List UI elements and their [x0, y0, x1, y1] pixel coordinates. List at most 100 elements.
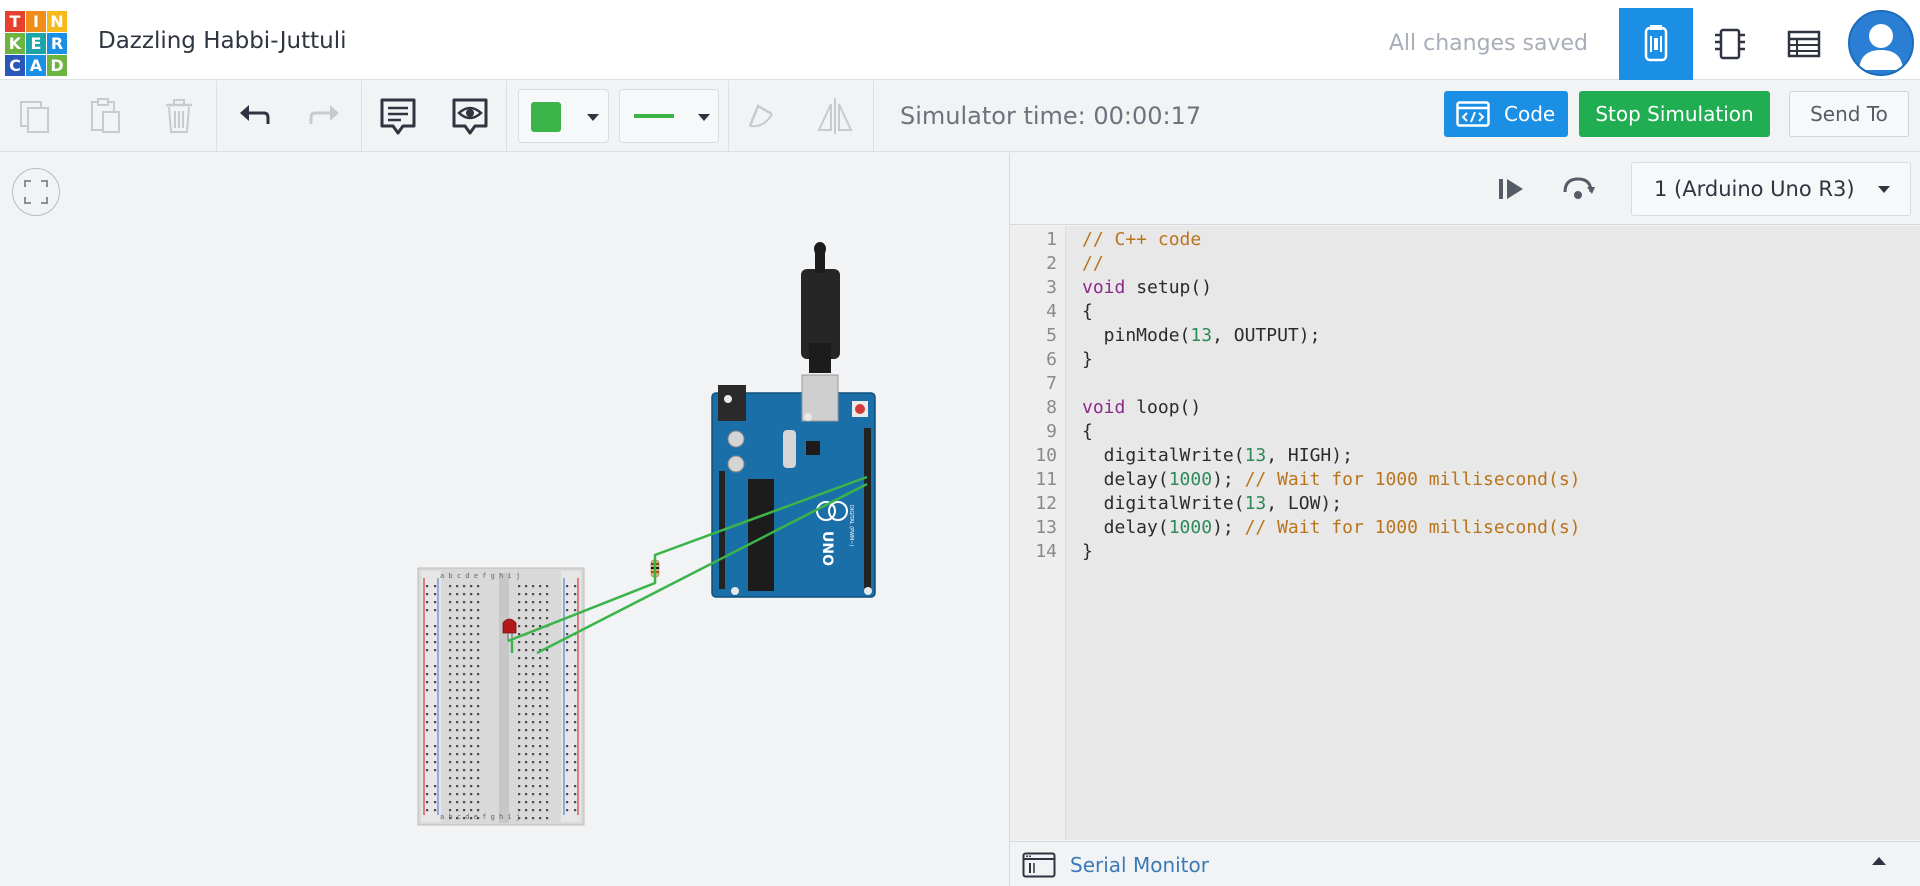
- code-line[interactable]: void loop(): [1082, 397, 1201, 418]
- code-line[interactable]: {: [1082, 421, 1093, 442]
- breadboard-hole: [566, 681, 569, 684]
- view-icon[interactable]: [447, 93, 493, 139]
- breadboard-hole: [518, 793, 521, 796]
- fit-view-icon[interactable]: [12, 168, 60, 216]
- breadboard-hole: [477, 641, 480, 644]
- send-to-button[interactable]: Send To: [1789, 91, 1909, 137]
- breadboard-hole: [456, 625, 459, 628]
- wire-color-dropdown[interactable]: [518, 89, 609, 143]
- code-button-label: Code: [1504, 102, 1556, 126]
- breadboard-hole: [463, 625, 466, 628]
- code-line[interactable]: }: [1082, 349, 1093, 370]
- undo-icon[interactable]: [231, 93, 277, 139]
- breadboard-hole: [463, 657, 466, 660]
- copy-icon[interactable]: [12, 93, 58, 139]
- step-icon[interactable]: [1490, 171, 1532, 207]
- tinkercad-logo[interactable]: T I N K E R C A D: [5, 11, 67, 77]
- breadboard-hole: [463, 593, 466, 596]
- table-view-button[interactable]: [1767, 8, 1841, 80]
- redo-icon[interactable]: [302, 93, 348, 139]
- breadboard-hole: [574, 609, 577, 612]
- breadboard-hole: [456, 745, 459, 748]
- code-line[interactable]: delay(1000); // Wait for 1000 millisecon…: [1082, 469, 1581, 490]
- breadboard-hole: [449, 585, 452, 588]
- breadboard-hole: [539, 769, 542, 772]
- breadboard-hole: [477, 601, 480, 604]
- code-line[interactable]: {: [1082, 301, 1093, 322]
- breadboard-hole: [518, 721, 521, 724]
- circuit-view-button[interactable]: [1619, 8, 1693, 80]
- breadboard-hole: [532, 777, 535, 780]
- chip-icon: [1715, 28, 1745, 60]
- breadboard-hole: [477, 737, 480, 740]
- breadboard-hole: [456, 793, 459, 796]
- breadboard-hole: [574, 809, 577, 812]
- flip-icon[interactable]: [812, 93, 858, 139]
- code-line[interactable]: pinMode(13, OUTPUT);: [1082, 325, 1321, 346]
- paste-icon[interactable]: [82, 93, 128, 139]
- breadboard-hole: [525, 793, 528, 796]
- breadboard-hole: [518, 705, 521, 708]
- breadboard-hole: [532, 617, 535, 620]
- circuit-canvas[interactable]: a b c d e f g h i j a b c d e f g h i j: [0, 153, 1008, 886]
- project-title[interactable]: Dazzling Habbi-Juttuli: [98, 28, 347, 54]
- component-list-button[interactable]: [1693, 8, 1767, 80]
- breadboard-hole: [434, 649, 437, 652]
- breadboard-hole: [518, 745, 521, 748]
- breadboard-hole: [456, 617, 459, 620]
- serial-monitor-label[interactable]: Serial Monitor: [1070, 853, 1209, 877]
- debugger-icon[interactable]: [1557, 171, 1599, 207]
- breadboard-hole: [463, 753, 466, 756]
- chevron-up-icon[interactable]: [1872, 857, 1886, 865]
- arduino-uno-board[interactable]: UNO DIGITAL (PWM~): [711, 242, 876, 598]
- user-avatar-icon[interactable]: [1848, 10, 1914, 76]
- breadboard[interactable]: a b c d e f g h i j a b c d e f g h i j: [417, 567, 585, 826]
- breadboard-hole: [456, 713, 459, 716]
- code-line[interactable]: void setup(): [1082, 277, 1212, 298]
- line-number: 12: [1035, 493, 1057, 514]
- breadboard-hole: [463, 585, 466, 588]
- notes-icon[interactable]: [375, 93, 421, 139]
- simulator-time: Simulator time: 00:00:17: [900, 102, 1202, 130]
- breadboard-hole: [574, 649, 577, 652]
- breadboard-hole: [456, 665, 459, 668]
- breadboard-hole: [566, 593, 569, 596]
- breadboard-hole: [477, 673, 480, 676]
- rotate-icon[interactable]: [739, 93, 785, 139]
- circuit-workplane[interactable]: a b c d e f g h i j a b c d e f g h i j: [0, 153, 1008, 886]
- breadboard-hole: [566, 729, 569, 732]
- breadboard-hole: [463, 745, 466, 748]
- stop-simulation-button[interactable]: Stop Simulation: [1579, 91, 1770, 137]
- breadboard-hole: [539, 657, 542, 660]
- breadboard-hole: [532, 801, 535, 804]
- code-line[interactable]: }: [1082, 541, 1093, 562]
- breadboard-hole: [574, 585, 577, 588]
- breadboard-hole: [426, 689, 429, 692]
- toolbar-divider: [216, 81, 217, 151]
- code-line[interactable]: digitalWrite(13, LOW);: [1082, 493, 1342, 514]
- breadboard-hole: [566, 793, 569, 796]
- wire-color-swatch: [531, 102, 561, 132]
- toolbar-divider: [873, 81, 874, 151]
- device-select[interactable]: 1 (Arduino Uno R3): [1631, 162, 1911, 216]
- code-button[interactable]: Code: [1444, 91, 1568, 137]
- breadboard-hole: [546, 681, 549, 684]
- delete-icon[interactable]: [156, 93, 202, 139]
- breadboard-hole: [525, 809, 528, 812]
- code-line[interactable]: delay(1000); // Wait for 1000 millisecon…: [1082, 517, 1581, 538]
- code-line[interactable]: //: [1082, 253, 1104, 274]
- wire-type-dropdown[interactable]: [619, 89, 719, 143]
- serial-monitor-bar[interactable]: Serial Monitor: [1010, 841, 1920, 886]
- breadboard-hole: [532, 593, 535, 596]
- code-editor[interactable]: 1 2 3 4 5 6 7 8 9 10 11 12 13 14 // C++ code//void se…: [1010, 226, 1920, 840]
- breadboard-hole: [532, 641, 535, 644]
- code-line[interactable]: digitalWrite(13, HIGH);: [1082, 445, 1353, 466]
- breadboard-hole: [546, 657, 549, 660]
- line-number: 6: [1046, 349, 1057, 370]
- breadboard-hole: [426, 721, 429, 724]
- breadboard-hole: [449, 689, 452, 692]
- code-line[interactable]: // C++ code: [1082, 229, 1201, 250]
- breadboard-hole: [426, 729, 429, 732]
- breadboard-hole: [574, 665, 577, 668]
- breadboard-hole: [426, 649, 429, 652]
